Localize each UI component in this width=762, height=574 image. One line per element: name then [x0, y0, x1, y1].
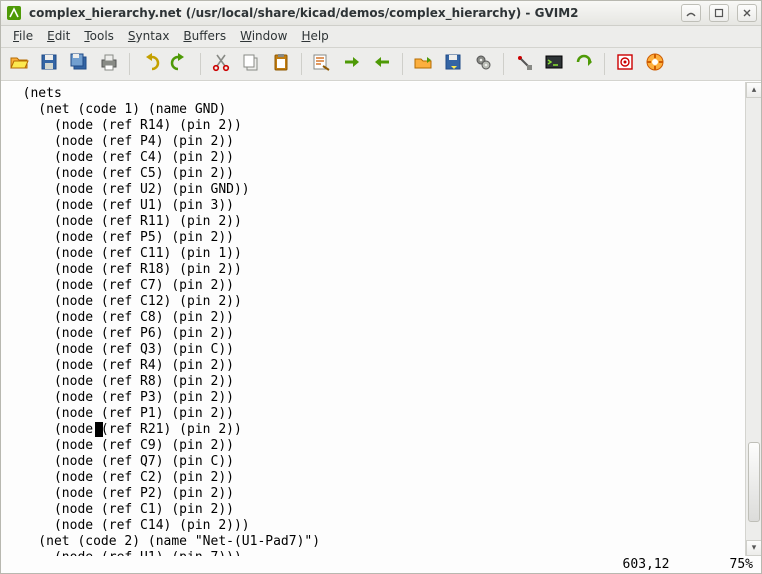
menu-file[interactable]: File — [7, 27, 39, 45]
toolbar-separator — [503, 53, 504, 75]
text-editor[interactable]: (nets (net (code 1) (name GND) (node (re… — [1, 82, 745, 556]
window-title: complex_hierarchy.net (/usr/local/share/… — [29, 6, 673, 20]
titlebar: complex_hierarchy.net (/usr/local/share/… — [1, 1, 761, 26]
scroll-down-button[interactable]: ▾ — [746, 540, 761, 556]
run-script-button[interactable] — [469, 50, 497, 78]
save-all-button[interactable] — [65, 50, 93, 78]
ctags-button[interactable] — [570, 50, 598, 78]
find-replace-button[interactable] — [308, 50, 336, 78]
find-next-button[interactable] — [338, 50, 366, 78]
shell-icon — [544, 52, 564, 75]
toolbar-separator — [129, 53, 130, 75]
toolbar-separator — [301, 53, 302, 75]
save-button[interactable] — [35, 50, 63, 78]
save-icon — [39, 52, 59, 75]
menu-buffers[interactable]: Buffers — [177, 27, 232, 45]
editor-text: (nets (net (code 1) (name GND) (node (re… — [7, 86, 739, 556]
load-session-icon — [413, 52, 433, 75]
cursor-position: 603,12 — [623, 557, 670, 572]
close-button[interactable] — [737, 4, 757, 22]
make-icon — [514, 52, 534, 75]
find-prev-icon — [372, 52, 392, 75]
redo-icon — [170, 52, 190, 75]
print-button[interactable] — [95, 50, 123, 78]
toolbar-separator — [604, 53, 605, 75]
menu-edit[interactable]: Edit — [41, 27, 76, 45]
save-session-button[interactable] — [439, 50, 467, 78]
statusbar: 603,12 75% — [1, 556, 761, 573]
toolbar — [1, 48, 761, 80]
open-icon — [9, 52, 29, 75]
editor-wrap: (nets (net (code 1) (name GND) (node (re… — [1, 81, 761, 556]
menu-help[interactable]: Help — [295, 27, 334, 45]
make-button[interactable] — [510, 50, 538, 78]
help-button[interactable] — [641, 50, 669, 78]
copy-button[interactable] — [237, 50, 265, 78]
find-replace-icon — [312, 52, 332, 75]
open-button[interactable] — [5, 50, 33, 78]
save-all-icon — [69, 52, 89, 75]
find-prev-button[interactable] — [368, 50, 396, 78]
jump-tag-button[interactable] — [611, 50, 639, 78]
menubar: FileEditToolsSyntaxBuffersWindowHelp — [1, 26, 761, 49]
text-cursor — [95, 422, 103, 437]
cut-button[interactable] — [207, 50, 235, 78]
jump-tag-icon — [615, 52, 635, 75]
paste-icon — [271, 52, 291, 75]
copy-icon — [241, 52, 261, 75]
maximize-button[interactable] — [709, 4, 729, 22]
menu-syntax[interactable]: Syntax — [122, 27, 176, 45]
save-session-icon — [443, 52, 463, 75]
print-icon — [99, 52, 119, 75]
run-script-icon — [473, 52, 493, 75]
vertical-scrollbar[interactable]: ▴ ▾ — [745, 82, 761, 556]
menu-window[interactable]: Window — [234, 27, 293, 45]
gvim-app-icon — [5, 4, 23, 22]
scroll-percent: 75% — [730, 557, 753, 572]
minimize-button[interactable] — [681, 4, 701, 22]
ctags-icon — [574, 52, 594, 75]
find-next-icon — [342, 52, 362, 75]
help-icon — [645, 52, 665, 75]
redo-button[interactable] — [166, 50, 194, 78]
undo-button[interactable] — [136, 50, 164, 78]
toolbar-separator — [200, 53, 201, 75]
shell-button[interactable] — [540, 50, 568, 78]
paste-button[interactable] — [267, 50, 295, 78]
menu-tools[interactable]: Tools — [78, 27, 120, 45]
undo-icon — [140, 52, 160, 75]
scroll-up-button[interactable]: ▴ — [746, 82, 761, 98]
load-session-button[interactable] — [409, 50, 437, 78]
toolbar-separator — [402, 53, 403, 75]
cut-icon — [211, 52, 231, 75]
scroll-thumb[interactable] — [748, 442, 760, 522]
